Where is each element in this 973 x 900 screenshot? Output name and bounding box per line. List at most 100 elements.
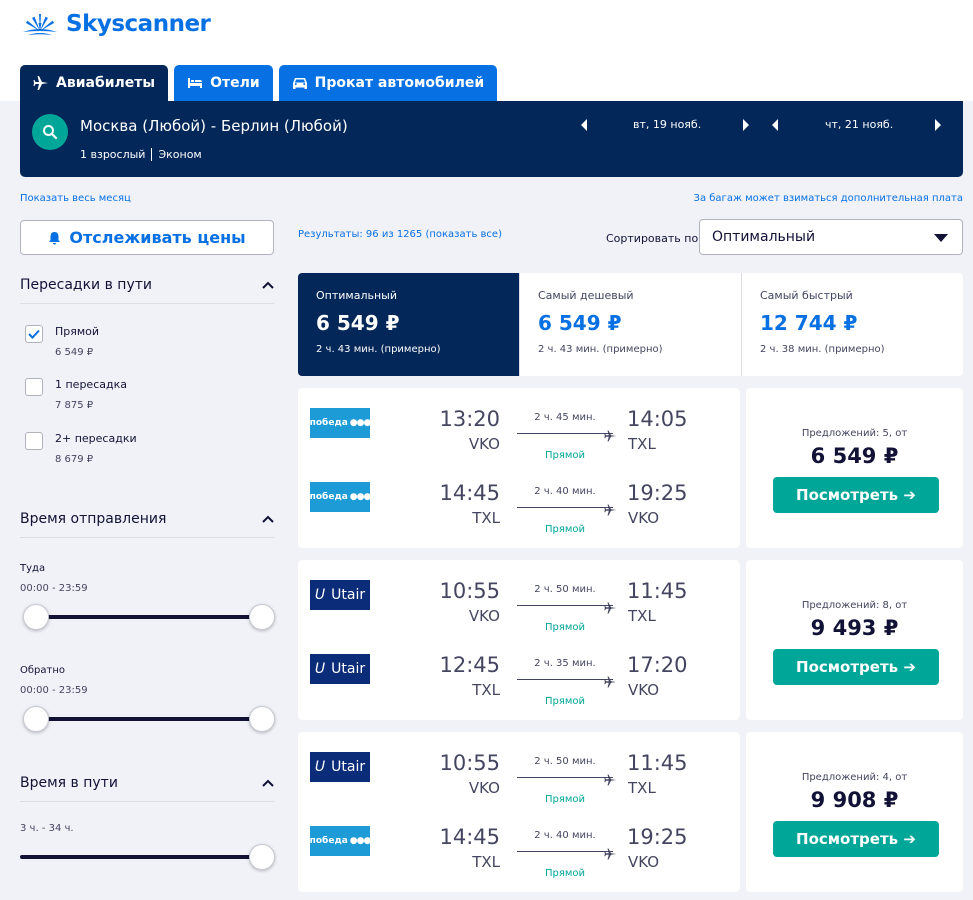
top-bar: Skyscanner Авиабилеты Отели Прокат автом… [0,0,973,101]
slider-handle-max[interactable] [249,706,275,732]
return-prev-date-icon[interactable] [770,118,780,132]
arrival-time: 14:05 [627,407,688,431]
outbound-range: 00:00 - 23:59 [20,583,88,594]
flight-leg: U Utair 12:45 TXL 2 ч. 35 мин. Прямой 17:… [298,651,740,707]
flight-leg: U Utair 10:55 VKO 2 ч. 50 мин. Прямой 11:… [298,577,740,633]
return-next-date-icon[interactable] [933,118,943,132]
bed-icon [188,78,203,88]
arrival-airport: TXL [628,435,656,453]
itinerary-panel[interactable]: U Utair 10:55 VKO 2 ч. 50 мин. Прямой 11:… [298,732,740,892]
summary-duration: 2 ч. 38 мин. (примерно) [760,344,885,355]
stop-option-direct[interactable]: Прямой 6 549 ₽ [25,325,99,358]
arrival-airport: VKO [628,681,660,699]
sort-select[interactable]: Оптимальный [699,219,963,255]
stops-text: Прямой [544,450,586,461]
stops-filter-header[interactable]: Пересадки в пути [20,277,274,304]
arrival-time: 11:45 [627,751,688,775]
arrival-airport: TXL [628,607,656,625]
slider-handle-min[interactable] [23,706,49,732]
plane-icon [604,501,616,516]
search-icon [43,125,58,140]
depart-next-date-icon[interactable] [741,118,751,132]
stops-text: Прямой [544,696,586,707]
chevron-up-icon[interactable] [262,779,274,787]
track-prices-button[interactable]: Отслеживать цены [20,220,274,255]
search-summary-bar[interactable]: Москва (Любой) - Берлин (Любой) 1 взросл… [20,101,963,177]
arrival-time: 19:25 [627,481,688,505]
view-deal-button[interactable]: Посмотреть ➔ [773,821,939,857]
departure-airport: VKO [468,779,500,797]
pobeda-dots-icon: ●●● [349,836,372,846]
flight-duration: 2 ч. 35 мин. [534,658,596,669]
plane-icon [604,599,616,614]
route-text: Москва (Любой) - Берлин (Любой) [80,117,348,135]
stops-text: Прямой [544,622,586,633]
product-tabs: Авиабилеты Отели Прокат автомобилей [20,65,498,101]
checkbox-direct[interactable] [25,325,43,343]
stop-option-label: Прямой [55,325,100,338]
slider-track [30,717,264,721]
departure-time: 14:45 [439,481,500,505]
duration-slider[interactable] [20,844,275,870]
flight-leg: победа ●●● 14:45 TXL 2 ч. 40 мин. Прямой … [298,823,740,879]
view-deal-button[interactable]: Посмотреть ➔ [773,477,939,513]
arrival-time: 19:25 [627,825,688,849]
chevron-up-icon[interactable] [262,281,274,289]
airline-name: победа [309,418,348,428]
return-time-slider[interactable] [20,706,275,732]
pobeda-dots-icon: ●●● [349,492,372,502]
flight-price: 9 908 ₽ [810,788,899,812]
summary-tab-best[interactable]: Оптимальный 6 549 ₽ 2 ч. 43 мин. (пример… [298,273,519,376]
show-whole-month-link[interactable]: Показать весь месяц [20,193,131,204]
return-date[interactable]: чт, 21 нояб. [825,118,893,131]
departure-time-filter-header[interactable]: Время отправления [20,511,274,538]
checkbox-two-plus-stops[interactable] [25,432,43,450]
slider-handle-max[interactable] [249,844,275,870]
plane-icon [604,771,616,786]
route-line [517,605,613,606]
flight-card[interactable]: U Utair 10:55 VKO 2 ч. 50 мин. Прямой 11:… [298,555,963,725]
brand-name: Skyscanner [66,11,211,37]
airline-logo-utair: U Utair [310,752,370,782]
checkbox-one-stop[interactable] [25,378,43,396]
outbound-time-slider[interactable] [20,604,275,630]
search-button[interactable] [32,114,68,150]
itinerary-panel[interactable]: победа ●●● 13:20 VKO 2 ч. 45 мин. Прямой … [298,388,740,548]
airline-logo-pobeda: победа ●●● [310,482,372,512]
view-deal-button[interactable]: Посмотреть ➔ [773,649,939,685]
itinerary-panel[interactable]: U Utair 10:55 VKO 2 ч. 50 мин. Прямой 11:… [298,560,740,720]
flight-card[interactable]: U Utair 10:55 VKO 2 ч. 50 мин. Прямой 11:… [298,727,963,897]
flight-card[interactable]: победа ●●● 13:20 VKO 2 ч. 45 мин. Прямой … [298,383,963,553]
offers-count: Предложений: 4, от [801,772,908,783]
tab-label: Отели [210,75,260,91]
plane-icon [604,427,616,442]
departure-airport: TXL [472,853,500,871]
tab-car-hire[interactable]: Прокат автомобилей [278,65,498,101]
stop-option-price: 8 679 ₽ [55,454,94,465]
slider-track [30,615,264,619]
summary-tab-fastest[interactable]: Самый быстрый 12 744 ₽ 2 ч. 38 мин. (при… [741,273,963,376]
arrival-airport: TXL [628,779,656,797]
airline-name: Utair [331,759,366,775]
results-count-link[interactable]: Результаты: 96 из 1265 (показать все) [298,229,502,240]
departure-airport: VKO [468,607,500,625]
duration-filter-header[interactable]: Время в пути [20,775,274,802]
flight-duration: 2 ч. 45 мин. [534,412,596,423]
summary-tab-cheapest[interactable]: Самый дешевый 6 549 ₽ 2 ч. 43 мин. (прим… [519,273,741,376]
baggage-fee-link[interactable]: За багаж может взиматься дополнительная … [694,193,963,204]
depart-date[interactable]: вт, 19 нояб. [633,118,701,131]
depart-prev-date-icon[interactable] [579,118,589,132]
slider-handle-min[interactable] [23,604,49,630]
chevron-up-icon[interactable] [262,515,274,523]
tab-hotels[interactable]: Отели [174,65,273,101]
airline-logo-pobeda: победа ●●● [310,826,372,856]
car-icon [292,78,307,89]
skyscanner-logo[interactable]: Skyscanner [20,10,211,38]
utair-mark-icon: U [314,587,326,603]
tab-flights[interactable]: Авиабилеты [20,65,169,101]
track-prices-label: Отслеживать цены [69,228,246,247]
stop-option-two-plus-stops[interactable]: 2+ пересадки 8 679 ₽ [25,432,137,465]
summary-duration: 2 ч. 43 мин. (примерно) [316,344,441,355]
slider-handle-max[interactable] [249,604,275,630]
stop-option-one-stop[interactable]: 1 пересадка 7 875 ₽ [25,378,127,411]
